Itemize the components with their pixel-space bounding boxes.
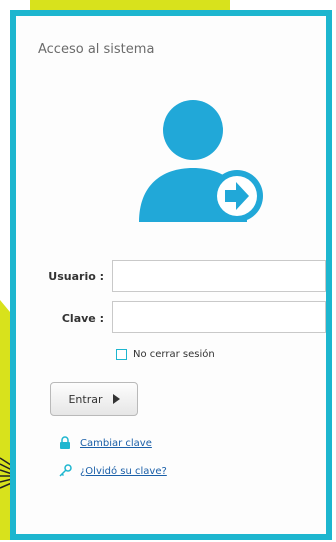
remember-session-label: No cerrar sesión <box>133 348 215 360</box>
remember-session-option[interactable]: No cerrar sesión <box>116 346 215 362</box>
play-arrow-icon <box>112 394 120 404</box>
password-input[interactable] <box>112 301 326 333</box>
change-password-link[interactable]: Cambiar clave <box>80 438 152 449</box>
key-icon <box>59 464 72 477</box>
user-input[interactable] <box>112 260 326 292</box>
login-panel: Acceso al sistema Usuario : Clave : No c… <box>10 10 332 540</box>
user-label: Usuario : <box>48 270 104 283</box>
panel-title: Acceso al sistema <box>38 42 155 57</box>
lock-icon <box>60 436 70 449</box>
forgot-password-link-row[interactable]: ¿Olvidó su clave? <box>58 464 167 478</box>
enter-button-label: Entrar <box>68 392 103 406</box>
change-password-link-row[interactable]: Cambiar clave <box>58 436 152 450</box>
user-login-icon <box>139 100 263 222</box>
forgot-password-link[interactable]: ¿Olvidó su clave? <box>80 466 167 477</box>
enter-button[interactable]: Entrar <box>50 382 138 416</box>
remember-session-checkbox[interactable] <box>116 348 127 360</box>
password-label: Clave : <box>61 312 104 325</box>
